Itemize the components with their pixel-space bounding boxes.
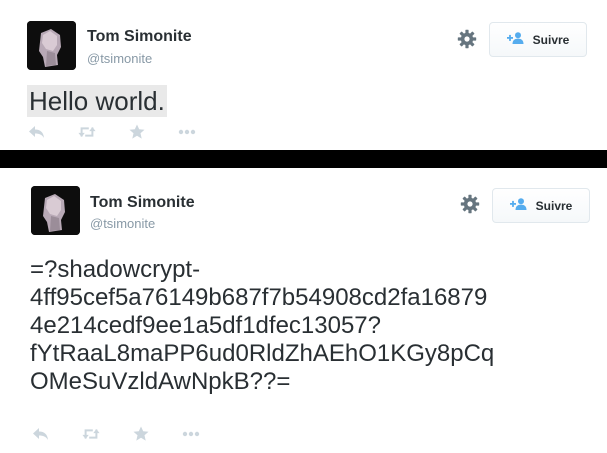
author-name[interactable]: Tom Simonite: [90, 194, 195, 212]
follow-label: Suivre: [535, 198, 573, 213]
follow-button[interactable]: Suivre: [489, 22, 587, 57]
follow-button[interactable]: Suivre: [492, 188, 590, 223]
tweet-text: =?shadowcrypt- 4ff95cef5a76149b687f7b549…: [30, 256, 602, 396]
add-user-icon: [509, 198, 536, 213]
avatar[interactable]: [31, 186, 80, 235]
favorite-icon[interactable]: [128, 124, 146, 140]
retweet-icon[interactable]: [78, 124, 96, 140]
reply-icon[interactable]: [28, 124, 46, 140]
gear-icon[interactable]: [460, 194, 480, 214]
gear-icon[interactable]: [457, 29, 477, 49]
author-name[interactable]: Tom Simonite: [87, 28, 192, 46]
retweet-icon[interactable]: [82, 426, 100, 442]
tweet-text-line: =?shadowcrypt-: [30, 256, 201, 283]
more-icon[interactable]: [182, 426, 200, 442]
tweet-actions: [32, 426, 232, 442]
tweet-text-line: 4ff95cef5a76149b687f7b54908cd2fa16879: [30, 284, 488, 311]
tweet-card: Tom Simonite @tsimonite: [0, 0, 607, 150]
more-icon[interactable]: [178, 124, 196, 140]
author-handle[interactable]: @tsimonite: [87, 51, 152, 66]
add-user-icon: [506, 32, 533, 47]
tweet-actions: [28, 124, 228, 140]
tweet-card: Tom Simonite @tsimonite: [0, 168, 607, 453]
author-handle[interactable]: @tsimonite: [90, 216, 155, 231]
tweet-text-line: OMeSuVzldAwNpkB??=: [30, 368, 291, 395]
tweet-text-line: 4e214cedf9ee1a5df1dfec13057?: [30, 312, 381, 339]
tweet-text: Hello world.: [27, 85, 167, 117]
tweet-text-line: fYtRaaL8maPP6ud0RldZhAEhO1KGy8pCq: [30, 340, 495, 367]
follow-label: Suivre: [532, 32, 570, 47]
favorite-icon[interactable]: [132, 426, 150, 442]
divider-bar: [0, 150, 607, 168]
avatar[interactable]: [27, 21, 76, 70]
reply-icon[interactable]: [32, 426, 50, 442]
